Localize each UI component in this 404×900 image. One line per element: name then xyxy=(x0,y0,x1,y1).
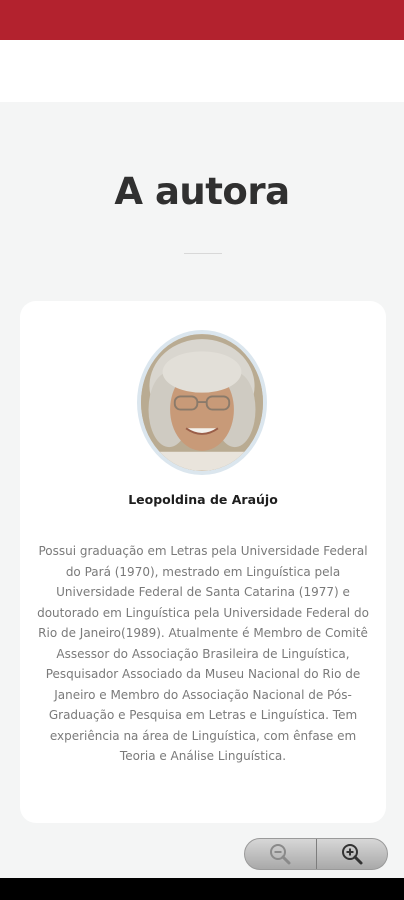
zoom-out-button[interactable] xyxy=(245,839,316,869)
header-strip xyxy=(0,40,404,102)
zoom-out-icon xyxy=(270,844,291,865)
title-divider xyxy=(184,253,222,254)
author-name: Leopoldina de Araújo xyxy=(128,492,278,507)
author-photo xyxy=(141,334,263,471)
zoom-in-icon xyxy=(341,844,363,865)
bottom-bar xyxy=(0,878,404,900)
top-bar xyxy=(0,0,404,40)
author-bio: Possui graduação em Letras pela Universi… xyxy=(37,544,369,763)
section-title: A autora xyxy=(114,170,290,213)
zoom-control xyxy=(244,838,388,870)
author-avatar xyxy=(137,330,267,475)
zoom-in-button[interactable] xyxy=(315,839,388,869)
